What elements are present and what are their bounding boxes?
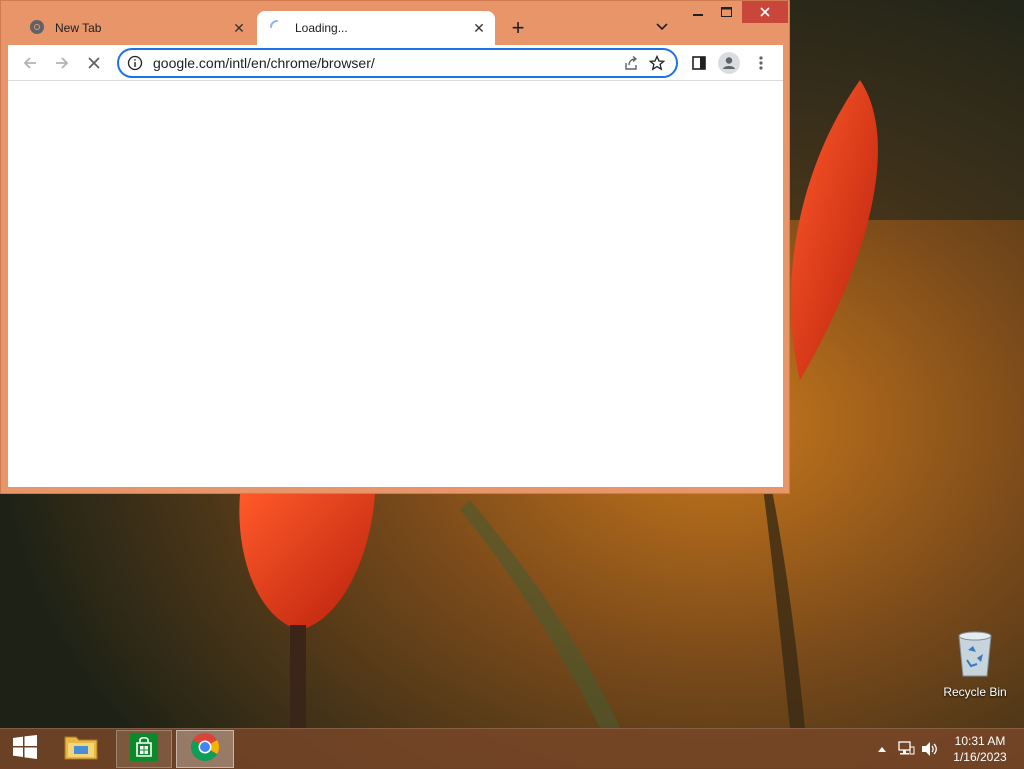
store-taskbar-button[interactable]	[116, 730, 172, 768]
folder-icon	[64, 733, 98, 766]
close-window-button[interactable]	[742, 1, 788, 23]
more-menu-icon[interactable]	[747, 49, 775, 77]
recycle-bin-icon	[955, 631, 995, 682]
tab-search-chevron-icon[interactable]	[649, 14, 675, 40]
volume-icon[interactable]	[920, 739, 940, 759]
tab-title: Loading...	[295, 21, 348, 35]
page-content-area[interactable]	[8, 80, 783, 487]
recycle-bin-shortcut[interactable]: Recycle Bin	[940, 630, 1010, 699]
file-explorer-taskbar-button[interactable]	[56, 729, 106, 769]
show-hidden-icons-chevron-icon[interactable]	[872, 739, 892, 759]
taskbar: 10:31 AM 1/16/2023	[0, 728, 1024, 769]
site-info-icon[interactable]	[125, 53, 145, 73]
start-button[interactable]	[0, 729, 50, 769]
tab-close-icon[interactable]: ✕	[227, 16, 251, 40]
tab-close-icon[interactable]: ✕	[467, 16, 491, 40]
bookmark-star-icon[interactable]	[644, 50, 670, 76]
forward-button[interactable]	[48, 49, 76, 77]
side-panel-icon[interactable]	[685, 49, 713, 77]
tab-title: New Tab	[55, 21, 102, 35]
store-bag-icon	[129, 732, 159, 767]
loading-spinner-icon	[269, 19, 285, 38]
browser-window: New Tab ✕ Loading... ✕ + google.com/intl…	[0, 0, 790, 494]
chrome-favicon-icon	[29, 19, 45, 38]
tab-loading[interactable]: Loading... ✕	[257, 11, 495, 45]
address-bar[interactable]: google.com/intl/en/chrome/browser/	[117, 48, 678, 78]
clock-time: 10:31 AM	[954, 734, 1006, 748]
tab-new-tab[interactable]: New Tab ✕	[19, 11, 255, 45]
profile-avatar-icon[interactable]	[715, 49, 743, 77]
share-icon[interactable]	[618, 50, 644, 76]
back-button[interactable]	[16, 49, 44, 77]
network-icon[interactable]	[896, 739, 916, 759]
tab-strip: New Tab ✕ Loading... ✕ +	[1, 1, 789, 45]
recycle-bin-label: Recycle Bin	[943, 685, 1007, 699]
chrome-taskbar-button[interactable]	[176, 730, 234, 768]
url-text[interactable]: google.com/intl/en/chrome/browser/	[153, 55, 618, 71]
system-clock[interactable]: 10:31 AM 1/16/2023	[945, 733, 1015, 765]
new-tab-button[interactable]: +	[504, 14, 532, 42]
stop-loading-button[interactable]	[80, 49, 108, 77]
clock-date: 1/16/2023	[953, 750, 1007, 764]
browser-toolbar: google.com/intl/en/chrome/browser/	[8, 45, 783, 80]
chrome-logo-icon	[190, 732, 220, 767]
windows-logo-icon	[12, 734, 38, 765]
maximize-button[interactable]	[713, 1, 739, 23]
minimize-button[interactable]	[685, 1, 711, 23]
